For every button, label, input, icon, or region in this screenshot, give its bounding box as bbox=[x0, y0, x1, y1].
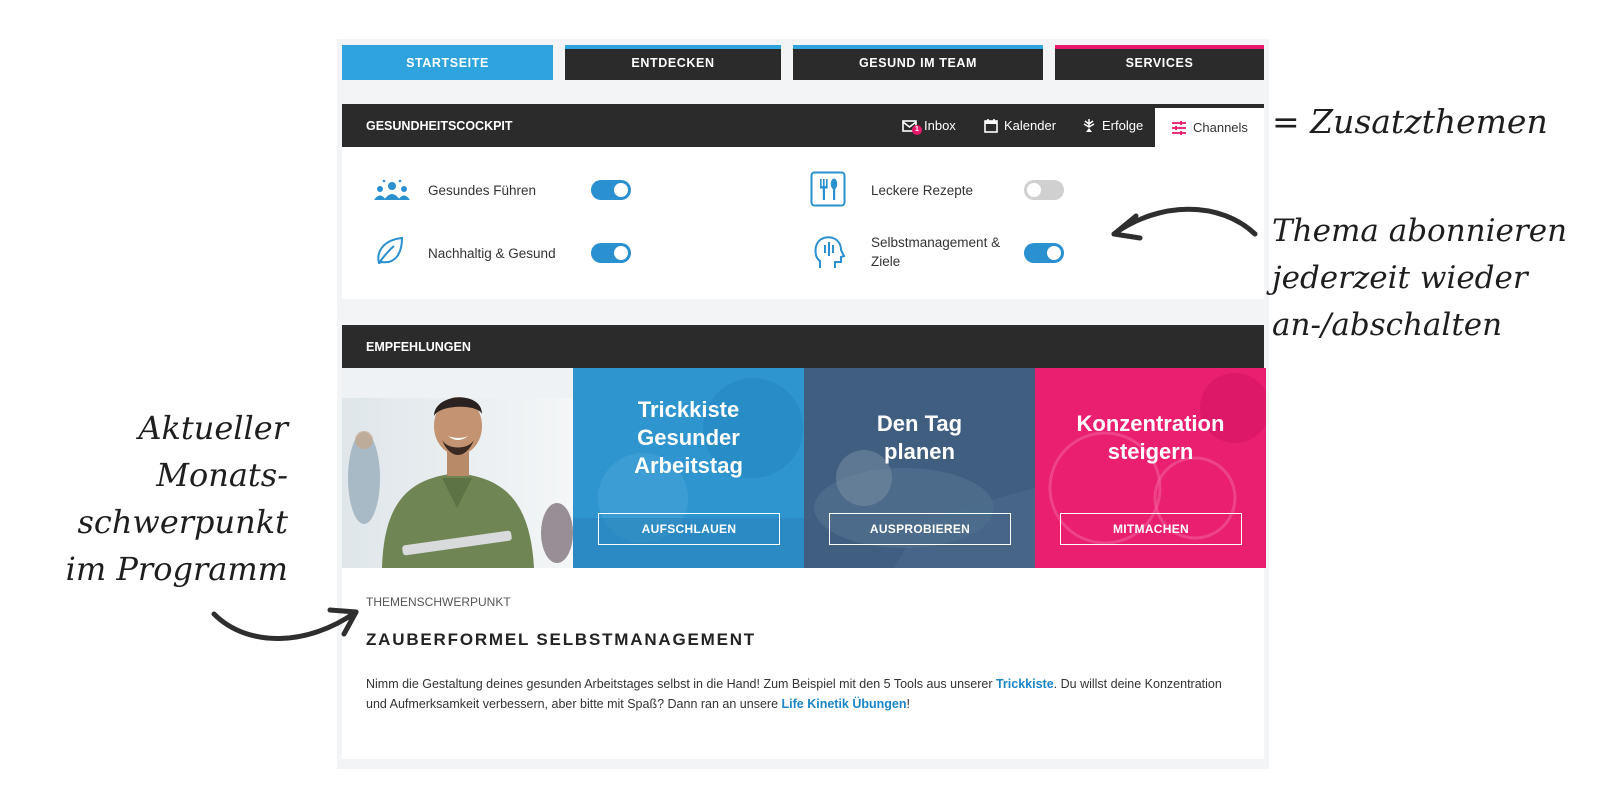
tab-kalender[interactable]: Kalender bbox=[984, 104, 1056, 147]
mitmachen-button[interactable]: MITMACHEN bbox=[1060, 513, 1242, 545]
annotation-monatsschwerpunkt: Aktueller Monats- schwerpunkt im Program… bbox=[66, 405, 288, 593]
annotation-line: Aktueller bbox=[138, 409, 288, 447]
nav-tab-label: SERVICES bbox=[1125, 55, 1194, 70]
tile-title-line: steigern bbox=[1107, 439, 1194, 464]
focus-text-part: ! bbox=[906, 696, 910, 711]
annotation-line: an-/abschalten bbox=[1272, 307, 1503, 343]
focus-title: ZAUBERFORMEL SELBSTMANAGEMENT bbox=[366, 630, 756, 649]
trickkiste-link[interactable]: Trickkiste bbox=[996, 677, 1054, 691]
focus-kicker: THEMENSCHWERPUNKT bbox=[366, 595, 511, 609]
recommendations-title: EMPFEHLUNGEN bbox=[366, 340, 471, 354]
tab-kalender-label: Kalender bbox=[1004, 118, 1057, 133]
channel-label-line: Ziele bbox=[871, 254, 901, 269]
tab-erfolge[interactable]: Erfolge bbox=[1082, 104, 1143, 147]
cockpit-title: GESUNDHEITSCOCKPIT bbox=[366, 119, 513, 133]
tab-channels[interactable]: Channels bbox=[1155, 108, 1264, 147]
tile-title-line: Konzentration bbox=[1076, 411, 1225, 436]
mail-icon: 1 bbox=[902, 119, 922, 135]
tab-inbox[interactable]: 1 Inbox bbox=[902, 104, 956, 147]
smiling-man-photo bbox=[342, 368, 573, 568]
tile-title-line: Den Tag bbox=[876, 411, 963, 436]
tile-trickkiste[interactable]: Trickkiste Gesunder Arbeitstag AUFSCHLAU… bbox=[573, 368, 804, 568]
tile-konzentration[interactable]: Konzentration steigern MITMACHEN bbox=[1035, 368, 1266, 568]
trophy-icon bbox=[1082, 118, 1096, 133]
nav-tab-label: STARTSEITE bbox=[406, 55, 489, 70]
nav-tab-accent-bar bbox=[1055, 45, 1264, 49]
cutlery-icon bbox=[810, 171, 850, 211]
focus-text: Nimm die Gestaltung deines gesunden Arbe… bbox=[366, 675, 1226, 714]
nav-tab-services[interactable]: SERVICES bbox=[1055, 45, 1264, 80]
leaf-icon bbox=[372, 233, 412, 273]
toggle-leckere-rezepte[interactable] bbox=[1024, 180, 1064, 200]
tile-photo[interactable] bbox=[342, 368, 573, 568]
toggle-knob bbox=[1047, 246, 1061, 260]
focus-section: THEMENSCHWERPUNKT ZAUBERFORMEL SELBSTMAN… bbox=[342, 568, 1264, 759]
arrow-to-toggle-icon bbox=[1111, 206, 1258, 241]
channel-label-selbstmanagement: Selbstmanagement & Ziele bbox=[871, 233, 1000, 271]
annotation-zusatzthemen: = Zusatzthemen bbox=[1272, 102, 1548, 141]
channel-label-gesundes-fuehren: Gesundes Führen bbox=[428, 183, 537, 198]
sliders-icon bbox=[1171, 120, 1187, 135]
life-kinetik-link[interactable]: Life Kinetik Übungen bbox=[782, 697, 907, 711]
tile-title-line: planen bbox=[884, 439, 955, 464]
nav-tab-label: ENTDECKEN bbox=[631, 55, 715, 70]
nav-tab-gesund-im-team[interactable]: GESUND IM TEAM bbox=[793, 45, 1043, 80]
ausprobieren-button[interactable]: AUSPROBIEREN bbox=[829, 513, 1011, 545]
tab-channels-label: Channels bbox=[1193, 120, 1248, 135]
cockpit-header: GESUNDHEITSCOCKPIT 1 Inbox Kalender Erfo… bbox=[342, 104, 1264, 147]
nav-tab-accent-bar bbox=[565, 45, 781, 49]
toggle-knob bbox=[614, 183, 628, 197]
aufschlauen-button[interactable]: AUFSCHLAUEN bbox=[598, 513, 780, 545]
arrow-to-focus-icon bbox=[211, 607, 359, 641]
channel-label-nachhaltig-gesund: Nachhaltig & Gesund bbox=[428, 246, 556, 261]
main-nav: STARTSEITE ENTDECKEN GESUND IM TEAM SERV… bbox=[342, 45, 1264, 80]
annotation-line: im Programm bbox=[65, 550, 288, 588]
toggle-nachhaltig-gesund[interactable] bbox=[591, 243, 631, 263]
team-icon bbox=[370, 171, 410, 211]
focus-text-part: Nimm die Gestaltung deines gesunden Arbe… bbox=[366, 677, 996, 691]
annotation-line: jederzeit wieder bbox=[1272, 260, 1528, 296]
page: STARTSEITE ENTDECKEN GESUND IM TEAM SERV… bbox=[0, 0, 1600, 800]
head-icon bbox=[810, 233, 850, 273]
tile-title-line: Trickkiste bbox=[637, 397, 740, 422]
annotation-line: Thema abonnieren bbox=[1272, 213, 1568, 249]
toggle-selbstmanagement[interactable] bbox=[1024, 243, 1064, 263]
tab-erfolge-label: Erfolge bbox=[1102, 118, 1144, 133]
annotation-line: Monats- bbox=[156, 456, 288, 494]
toggle-gesundes-fuehren[interactable] bbox=[591, 180, 631, 200]
nav-tab-entdecken[interactable]: ENTDECKEN bbox=[565, 45, 781, 80]
tile-title: Trickkiste Gesunder Arbeitstag bbox=[573, 396, 804, 480]
tile-title-line: Gesunder bbox=[637, 425, 740, 450]
channel-label-leckere-rezepte: Leckere Rezepte bbox=[871, 183, 974, 198]
channel-label-line: Selbstmanagement & bbox=[871, 235, 1001, 250]
tile-title-line: Arbeitstag bbox=[634, 453, 743, 478]
tile-den-tag-planen[interactable]: Den Tag planen AUSPROBIEREN bbox=[804, 368, 1035, 568]
tab-inbox-label: Inbox bbox=[924, 118, 956, 133]
recommendations-header: EMPFEHLUNGEN bbox=[342, 325, 1264, 368]
annotation-line: schwerpunkt bbox=[77, 503, 288, 541]
inbox-badge: 1 bbox=[912, 124, 922, 135]
calendar-icon bbox=[984, 118, 998, 133]
toggle-knob bbox=[614, 246, 628, 260]
nav-tab-accent-bar bbox=[793, 45, 1043, 49]
tile-title: Den Tag planen bbox=[804, 410, 1035, 466]
toggle-knob bbox=[1027, 183, 1041, 197]
annotation-thema-abonnieren: Thema abonnieren jederzeit wieder an-/ab… bbox=[1272, 208, 1567, 349]
tile-title: Konzentration steigern bbox=[1035, 410, 1266, 466]
nav-tab-label: GESUND IM TEAM bbox=[858, 55, 978, 70]
nav-tab-startseite[interactable]: STARTSEITE bbox=[342, 45, 553, 80]
